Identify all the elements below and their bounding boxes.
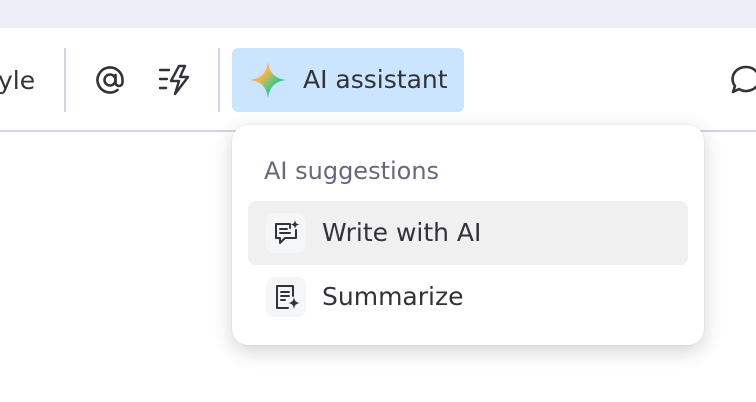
toolbar-divider [64, 48, 66, 112]
ai-assistant-label: AI assistant [303, 65, 448, 94]
menu-item-label: Write with AI [322, 218, 482, 247]
mention-button[interactable] [88, 58, 132, 102]
lightning-list-icon [158, 64, 190, 96]
menu-item-write-with-ai[interactable]: Write with AI [248, 201, 688, 265]
menu-item-summarize[interactable]: Summarize [248, 265, 688, 329]
at-icon [96, 66, 124, 94]
ai-assistant-button[interactable]: AI assistant [232, 48, 464, 112]
comment-button[interactable] [724, 58, 756, 102]
style-dropdown-label[interactable]: yle [0, 66, 35, 96]
chat-icon [731, 65, 756, 94]
toolbar-divider [218, 48, 220, 112]
summarize-icon [266, 277, 306, 317]
automation-button[interactable] [153, 58, 197, 102]
write-ai-icon [266, 213, 306, 253]
menu-title: AI suggestions [264, 157, 440, 185]
sparkle-icon [250, 62, 286, 98]
ai-suggestions-menu: AI suggestions Write with AI Summarize [232, 125, 704, 345]
editor-toolbar: yle AI assistant [0, 28, 756, 132]
menu-item-label: Summarize [322, 282, 464, 311]
top-strip [0, 0, 756, 28]
